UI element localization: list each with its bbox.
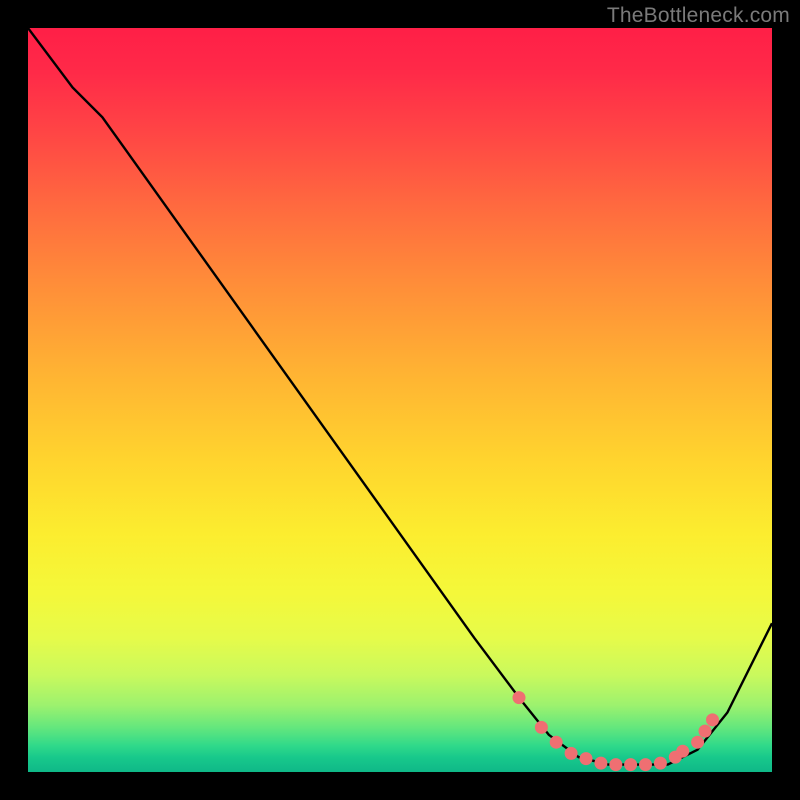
marker-point (594, 757, 607, 770)
bottleneck-curve (28, 28, 772, 765)
marker-point (706, 713, 719, 726)
marker-point (609, 758, 622, 771)
marker-point (565, 747, 578, 760)
marker-point (676, 745, 689, 758)
marker-point (639, 758, 652, 771)
chart-frame: TheBottleneck.com (0, 0, 800, 800)
marker-point (691, 736, 704, 749)
marker-point (513, 691, 526, 704)
marker-point (699, 725, 712, 738)
marker-point (550, 736, 563, 749)
marker-point (535, 721, 548, 734)
marker-point (580, 752, 593, 765)
watermark-text: TheBottleneck.com (607, 4, 790, 28)
marker-group (513, 691, 720, 771)
plot-area (28, 28, 772, 772)
marker-point (654, 757, 667, 770)
marker-point (624, 758, 637, 771)
curve-svg (28, 28, 772, 772)
